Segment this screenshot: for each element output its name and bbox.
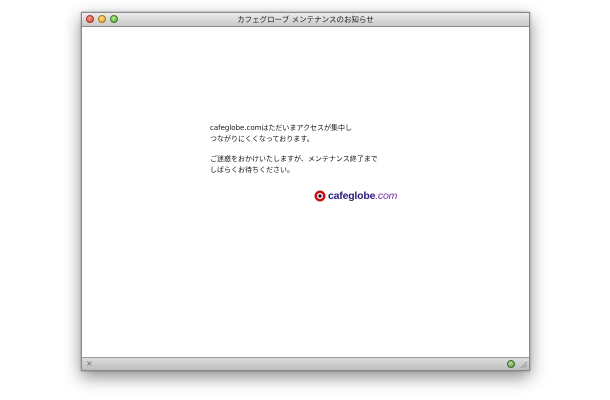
message-line: つながりにくくなっております。 [210,134,314,143]
page-content: cafeglobe.comはただいまアクセスが集中し つながりにくくなっておりま… [82,27,529,358]
resize-grip-icon[interactable] [519,360,528,369]
browser-window: カフェグローブ メンテナンスのお知らせ cafeglobe.comはただいまアク… [81,12,530,371]
logo-name: cafeglobe [328,190,376,202]
cafeglobe-logo: cafeglobe.com [314,189,397,203]
status-close-icon[interactable]: × [86,359,93,369]
status-bar: × [82,357,529,370]
maintenance-message: cafeglobe.comはただいまアクセスが集中し つながりにくくなっておりま… [210,123,378,175]
window-title: カフェグローブ メンテナンスのお知らせ [237,15,374,24]
logo-suffix: .com [375,190,398,202]
message-line: cafeglobe.comはただいまアクセスが集中し [210,124,353,132]
message-line: しばらくお待ちください。 [210,165,294,174]
status-indicator-icon [507,360,515,368]
message-line: ご迷惑をおかけいたしますが、メンテナンス終了まで [210,155,378,163]
title-bar[interactable]: カフェグローブ メンテナンスのお知らせ [82,13,529,27]
cafeglobe-logo-mark-icon [314,190,326,202]
logo-text: cafeglobe.com [328,190,397,202]
